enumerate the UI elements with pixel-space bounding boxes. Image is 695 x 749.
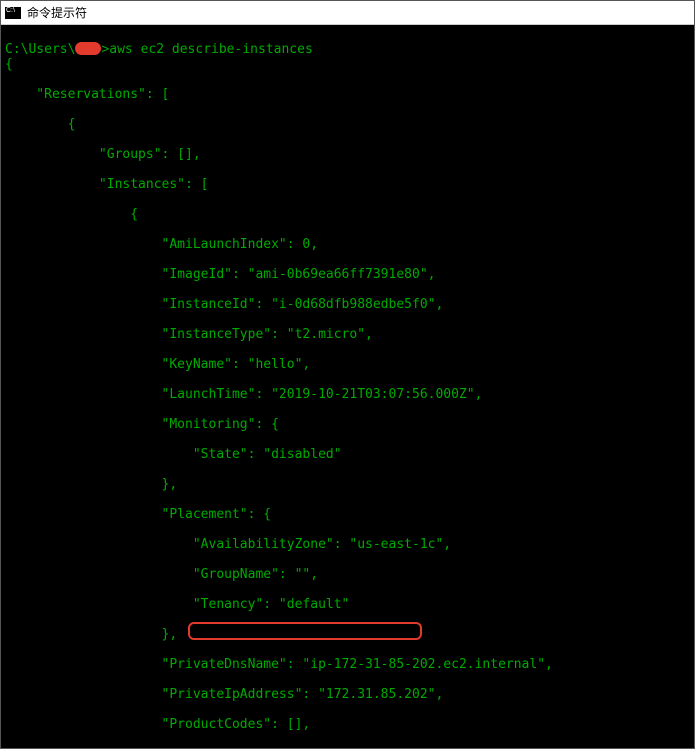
window-frame: 命令提示符 C:\Users\>aws ec2 describe-instanc… xyxy=(0,0,695,749)
output-line: "ProductCodes": [], xyxy=(5,717,690,732)
output-line: "Groups": [], xyxy=(5,147,690,162)
output-line: "KeyName": "hello", xyxy=(5,357,690,372)
output-line: "PublicDnsName": "ec2-18-233-8-137.compu… xyxy=(5,747,690,748)
output-line: "Instances": [ xyxy=(5,177,690,192)
output-line: "AmiLaunchIndex": 0, xyxy=(5,237,690,252)
user-redacted xyxy=(75,42,101,55)
output-line: "ImageId": "ami-0b69ea66ff7391e80", xyxy=(5,267,690,282)
output-line: "PrivateIpAddress": "172.31.85.202", xyxy=(5,687,690,702)
window-title: 命令提示符 xyxy=(27,4,87,21)
output-line: "Placement": { xyxy=(5,507,690,522)
cmd-icon xyxy=(5,7,21,19)
output-line: }, xyxy=(5,627,690,642)
output-line: { xyxy=(5,57,690,72)
output-line: }, xyxy=(5,477,690,492)
output-line: "InstanceType": "t2.micro", xyxy=(5,327,690,342)
output-line: "AvailabilityZone": "us-east-1c", xyxy=(5,537,690,552)
output-line: { xyxy=(5,207,690,222)
prompt-path-prefix: C:\Users\ xyxy=(5,42,75,57)
output-line: "State": "disabled" xyxy=(5,447,690,462)
output-line: "Monitoring": { xyxy=(5,417,690,432)
output-line: "LaunchTime": "2019-10-21T03:07:56.000Z"… xyxy=(5,387,690,402)
output-line: "PrivateDnsName": "ip-172-31-85-202.ec2.… xyxy=(5,657,690,672)
titlebar[interactable]: 命令提示符 xyxy=(1,1,694,25)
terminal-viewport[interactable]: C:\Users\>aws ec2 describe-instances { "… xyxy=(1,25,694,748)
output-line: "InstanceId": "i-0d68dfb988edbe5f0", xyxy=(5,297,690,312)
output-line: "GroupName": "", xyxy=(5,567,690,582)
output-line: "Reservations": [ xyxy=(5,87,690,102)
prompt-line: C:\Users\>aws ec2 describe-instances xyxy=(5,42,313,57)
output-line: { xyxy=(5,117,690,132)
command-text: aws ec2 describe-instances xyxy=(109,42,313,57)
output-line: "Tenancy": "default" xyxy=(5,597,690,612)
